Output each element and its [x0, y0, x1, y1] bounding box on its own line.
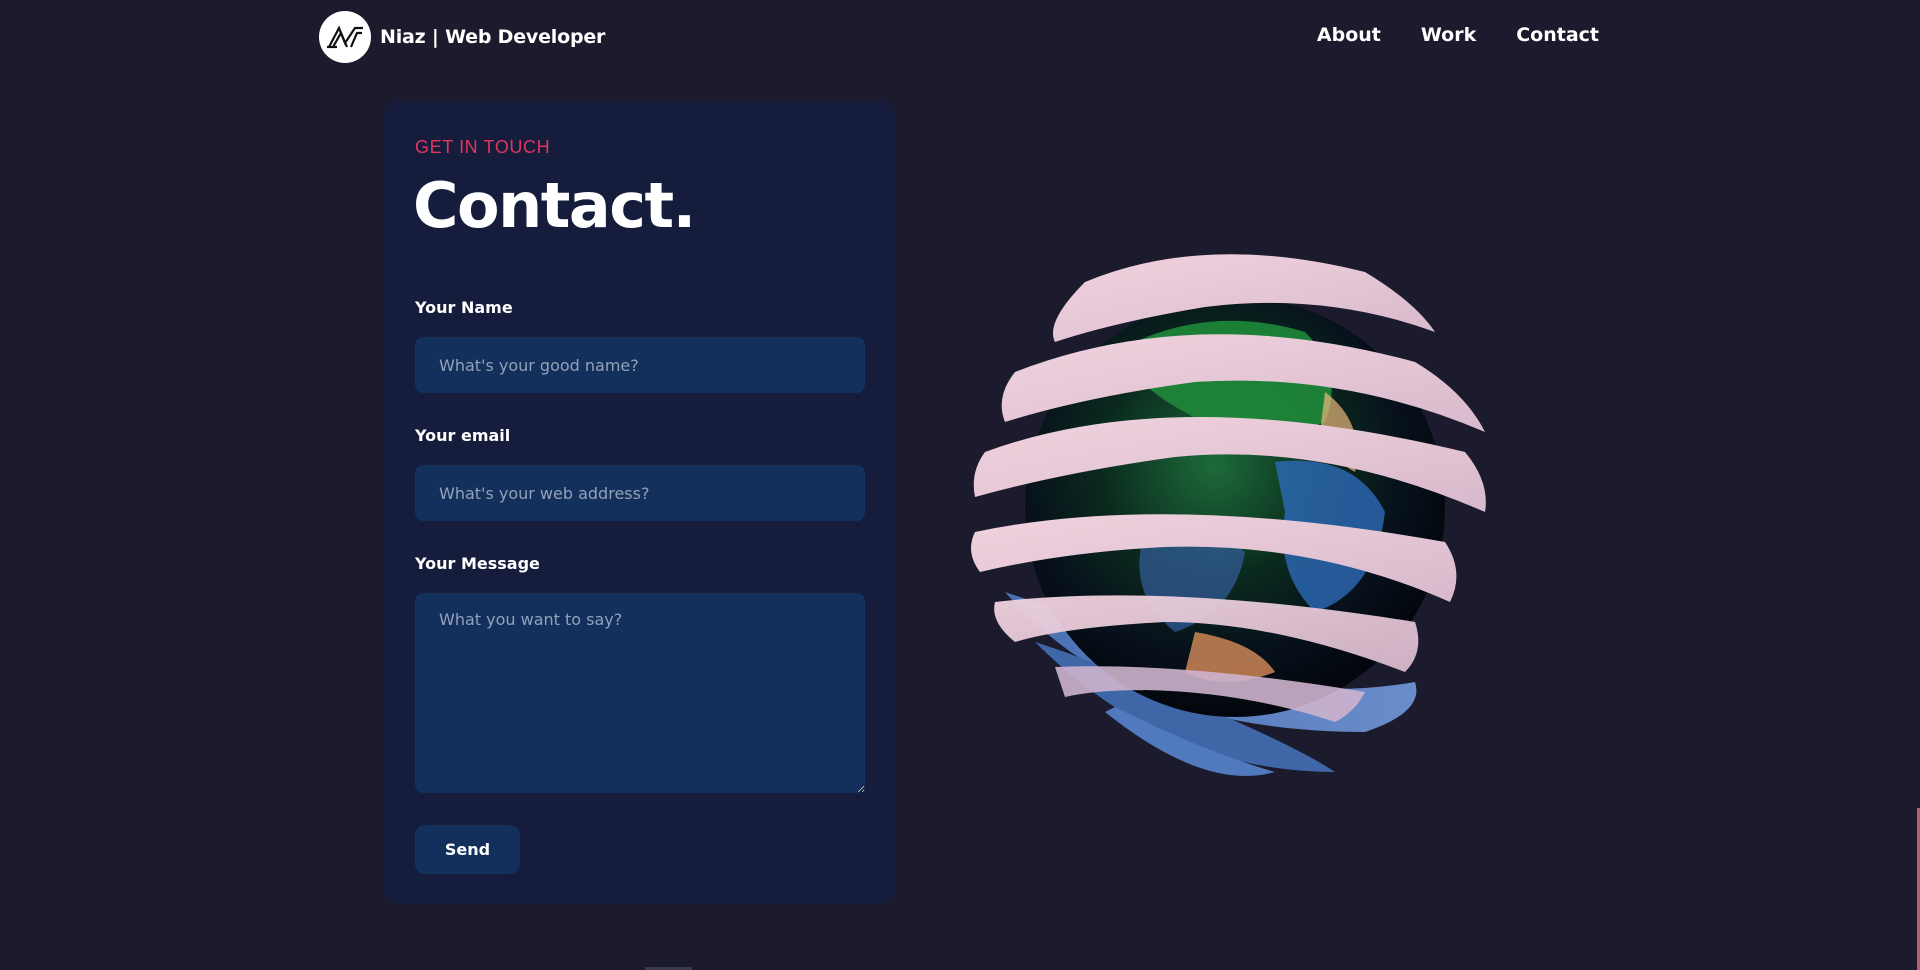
earth-globe-3d-icon[interactable] — [945, 212, 1525, 792]
send-button[interactable]: Send — [415, 825, 520, 874]
message-label: Your Message — [415, 554, 540, 573]
brand-name: Niaz | Web Developer — [380, 26, 606, 48]
nav-links: About Work Contact — [1317, 24, 1599, 46]
name-input[interactable] — [415, 337, 865, 393]
brand-link[interactable]: Niaz | Web Developer — [319, 11, 605, 63]
message-textarea[interactable] — [415, 593, 865, 793]
email-label: Your email — [415, 426, 511, 445]
contact-card: GET IN TOUCH Contact. Your Name Your ema… — [383, 101, 896, 904]
section-eyebrow: GET IN TOUCH — [415, 137, 551, 157]
navbar: Niaz | Web Developer About Work Contact — [0, 0, 1920, 75]
page-title: Contact. — [413, 169, 696, 242]
name-label: Your Name — [415, 298, 513, 317]
nt-monogram-icon — [319, 11, 371, 63]
nav-about-link[interactable]: About — [1317, 24, 1381, 46]
email-input[interactable] — [415, 465, 865, 521]
nav-contact-link[interactable]: Contact — [1516, 24, 1599, 46]
nav-work-link[interactable]: Work — [1421, 24, 1476, 46]
